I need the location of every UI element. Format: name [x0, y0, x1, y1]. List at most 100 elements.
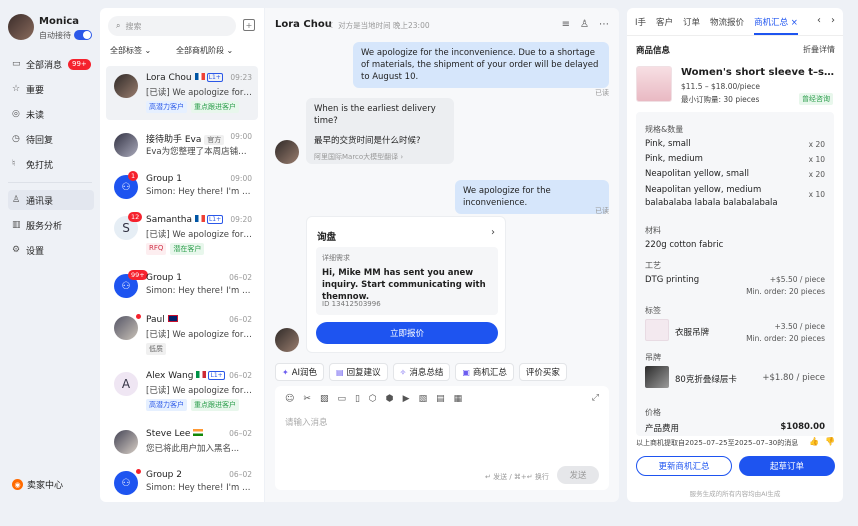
thumbs-down-icon[interactable]: 👎: [825, 437, 835, 446]
translation-note[interactable]: 阿里国际Marco大模型翻译 ›: [314, 151, 446, 163]
seller-center-link[interactable]: ◉ 卖家中心: [12, 478, 63, 491]
product-icon[interactable]: ⬡: [369, 394, 377, 404]
chevron-right-icon[interactable]: ›: [491, 227, 495, 238]
nav-item-do-not-disturb[interactable]: ♮ 免打扰: [8, 154, 94, 174]
local-time: ☾ 对方是当地时间 晚上23:00: [329, 21, 430, 30]
label-thumbnail: [645, 319, 669, 341]
new-chat-icon[interactable]: +: [243, 19, 255, 31]
document-icon[interactable]: ▯: [355, 394, 360, 404]
nav-item-settings[interactable]: ⚙ 设置: [8, 240, 94, 260]
inquiry-card[interactable]: 询盘 › 详细需求 Hi, Mike MM has sent you anew …: [306, 216, 506, 353]
rate-buyer-button[interactable]: 评价买家: [518, 363, 567, 381]
tag-filter-dropdown[interactable]: 全部标签 ⌄: [110, 45, 151, 56]
message-input[interactable]: 请输入消息: [285, 416, 328, 428]
opportunity-panel: I手 客户 订单 物流报价 商机汇总 × ‹ › 商品信息 折叠详情 Women'…: [627, 8, 843, 502]
nav-item-contacts[interactable]: ♙ 通讯录: [8, 190, 94, 210]
label-name: 衣服吊牌: [675, 328, 710, 338]
picture-icon[interactable]: ▧: [419, 394, 428, 404]
left-navigation: Monica 自动接待 ▭ 全部消息 99+ ☆ 重要 ◎ 未读 ◷ 待回复 ♮ 免打扰 ♙…: [0, 0, 100, 526]
nav-item-important[interactable]: ☆ 重要: [8, 79, 94, 99]
auto-reception-toggle[interactable]: [74, 30, 92, 40]
expand-icon[interactable]: ⤢: [592, 393, 599, 403]
opportunity-summary-button[interactable]: ▣ 商机汇总: [455, 363, 514, 381]
spec-qty: x 20: [808, 140, 825, 149]
user-profile[interactable]: Monica 自动接待: [8, 14, 98, 44]
video-icon[interactable]: ▶: [403, 394, 410, 404]
product-name[interactable]: Women's short sleeve t–shirt pl...: [681, 67, 837, 78]
draft-order-button[interactable]: 起草订单: [739, 456, 835, 476]
chat-panel: Lora Chou ☾ 对方是当地时间 晚上23:00 ≡ ♙ ⋯ We apo…: [265, 8, 619, 502]
nav-item-unread[interactable]: ◎ 未读: [8, 104, 94, 124]
summary-button[interactable]: ✧ 消息总结: [392, 363, 451, 381]
seller-center-icon: ◉: [12, 479, 23, 490]
search-input[interactable]: 搜索: [125, 21, 141, 32]
ai-polish-icon: ✦: [282, 367, 289, 377]
scissors-icon[interactable]: ✂: [303, 394, 311, 404]
message-preview: Simon: Hey there! I'm her...: [146, 187, 254, 197]
package-icon[interactable]: ⬢: [386, 394, 394, 404]
nav-item-service-analytics[interactable]: ▥ 服务分析: [8, 215, 94, 235]
invoice-icon[interactable]: ▤: [436, 394, 445, 404]
emoji-icon[interactable]: ☺: [285, 394, 294, 404]
message-preview: Eva为您整理了本周店铺卡...: [146, 147, 254, 157]
message-preview: [已读] We apologize for t...: [146, 230, 254, 240]
avatar: [114, 133, 138, 157]
bell-off-icon: ♮: [12, 159, 16, 169]
avatar: [114, 430, 138, 454]
update-summary-button[interactable]: 更新商机汇总: [636, 456, 732, 476]
conversation-item[interactable]: A Alex Wang L1+ 06–02 [已读] We apologize f…: [106, 364, 258, 418]
nav-item-pending-reply[interactable]: ◷ 待回复: [8, 129, 94, 149]
moon-icon: ☾: [329, 21, 339, 30]
contact-name: Alex Wang: [146, 371, 194, 381]
quick-actions: ✦ AI润色 ▤ 回复建议 ✧ 消息总结 ▣ 商机汇总 评价买家: [275, 363, 567, 381]
conversation-item[interactable]: Lora Chou L1+ 09:23 [已读] We apologize for…: [106, 66, 258, 120]
ai-footer-note: 服务生成的所有内容均由AI生成: [689, 490, 781, 498]
ai-polish-button[interactable]: ✦ AI润色: [275, 363, 325, 381]
conversation-item[interactable]: Paul 06–02 [已读] We apologize for t... 低质: [106, 308, 258, 362]
close-icon[interactable]: ×: [791, 18, 798, 28]
avatar[interactable]: [8, 14, 34, 40]
thumbs-up-icon[interactable]: 👍: [809, 437, 819, 446]
collapse-details-link[interactable]: 折叠详情: [803, 44, 835, 55]
tab-opportunity-summary[interactable]: 商机汇总 ×: [754, 16, 798, 35]
chat-title: Lora Chou: [275, 19, 332, 30]
shortcut-hint: ↵ 发送 / ⌘+↵ 换行: [485, 473, 549, 481]
conversation-item[interactable]: S 12 Samantha L1+ 09:20 [已读] We apologize…: [106, 208, 258, 262]
message-preview: [已读] We apologize for t...: [146, 88, 254, 98]
tab-logistics-quote[interactable]: 物流报价: [710, 16, 744, 28]
add-contact-icon[interactable]: ♙: [580, 19, 589, 30]
quote-now-button[interactable]: 立即报价: [316, 322, 498, 344]
chevron-right-icon[interactable]: ›: [831, 15, 835, 26]
message-time: 06–02: [229, 273, 252, 282]
stage-filter-dropdown[interactable]: 全部商机阶段 ⌄: [176, 45, 233, 56]
star-icon: ☆: [12, 84, 21, 94]
analytics-icon: ▥: [12, 220, 21, 230]
image-icon[interactable]: ▨: [320, 394, 329, 404]
flag-it-icon: [196, 371, 207, 378]
tab-assistant[interactable]: I手: [635, 16, 646, 28]
label-min-order: Min. order: 20 pieces: [746, 334, 825, 343]
folder-icon[interactable]: ▭: [337, 394, 346, 404]
filter-list-icon[interactable]: ≡: [562, 19, 570, 30]
chevron-left-icon[interactable]: ‹: [817, 15, 821, 26]
customer-tag: 高潜力客户: [146, 399, 187, 411]
conversation-item[interactable]: ⚇ Group 2 06–02 Simon: Hey there! I'm he…: [106, 463, 258, 502]
avatar: [114, 74, 138, 98]
craft-value: DTG printing: [645, 275, 700, 285]
contact-name: Group 1: [146, 174, 182, 184]
message-time: 09:00: [230, 174, 252, 183]
inquiry-text: Hi, Mike MM has sent you anew inquiry. S…: [322, 268, 486, 302]
tab-orders[interactable]: 订单: [683, 16, 700, 28]
opportunity-details: 规格&数量 Pink, small x 20 Pink, medium x 10…: [636, 112, 834, 436]
tab-customer[interactable]: 客户: [656, 16, 673, 28]
search-box[interactable]: ⌕ 搜索: [108, 16, 236, 36]
flag-fr-icon: [194, 73, 205, 80]
search-icon: ⌕: [116, 21, 121, 30]
send-button[interactable]: 发送: [557, 466, 599, 484]
more-icon[interactable]: ⋯: [599, 19, 609, 30]
nav-item-all-messages[interactable]: ▭ 全部消息 99+: [8, 54, 94, 74]
flag-in-icon: [193, 429, 204, 436]
reply-suggest-button[interactable]: ▤ 回复建议: [329, 363, 388, 381]
template-icon[interactable]: ▦: [454, 394, 463, 404]
auto-reception-label: 自动接待: [39, 31, 71, 40]
